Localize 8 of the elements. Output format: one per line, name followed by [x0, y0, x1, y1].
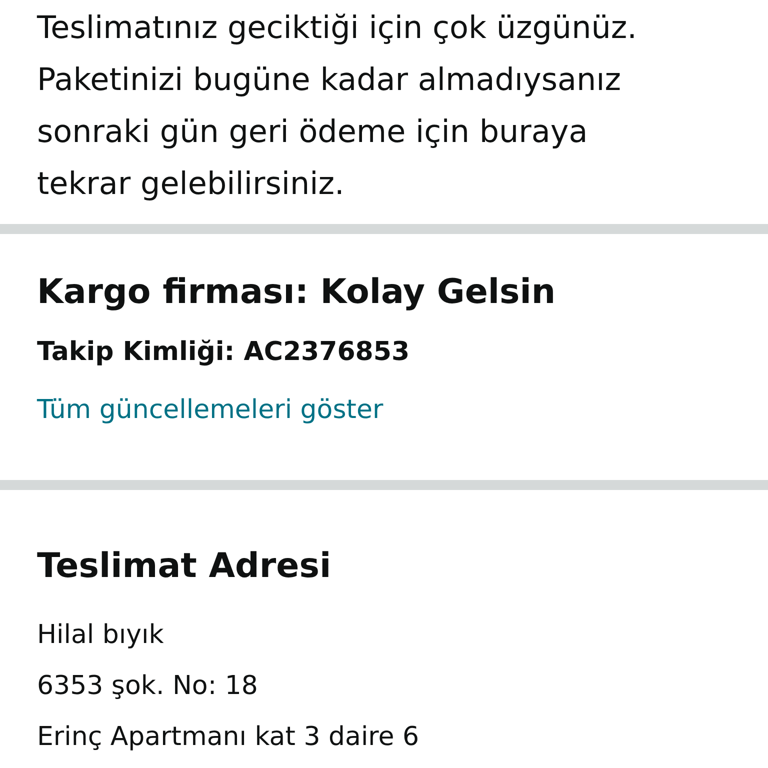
carrier-heading: Kargo firması: Kolay Gelsin [37, 271, 557, 314]
address-line: Hilal bıyık [37, 619, 165, 652]
tracking-id: Takip Kimliği: AC2376853 [37, 336, 411, 369]
address-heading: Teslimat Adresi [37, 545, 332, 588]
show-updates-link[interactable]: Tüm güncellemeleri göster [37, 392, 384, 428]
delay-message: Teslimatınız geciktiği için çok üzgünüz. Paketinizi bugüne kadar almadıysanız sonraki gün geri ödeme için buraya tekrar gelebilirsiniz. [37, 9, 638, 204]
address-line: Erinç Apartmanı kat 3 daire 6 [37, 721, 420, 754]
address-line: 6353 şok. No: 18 [37, 670, 259, 703]
